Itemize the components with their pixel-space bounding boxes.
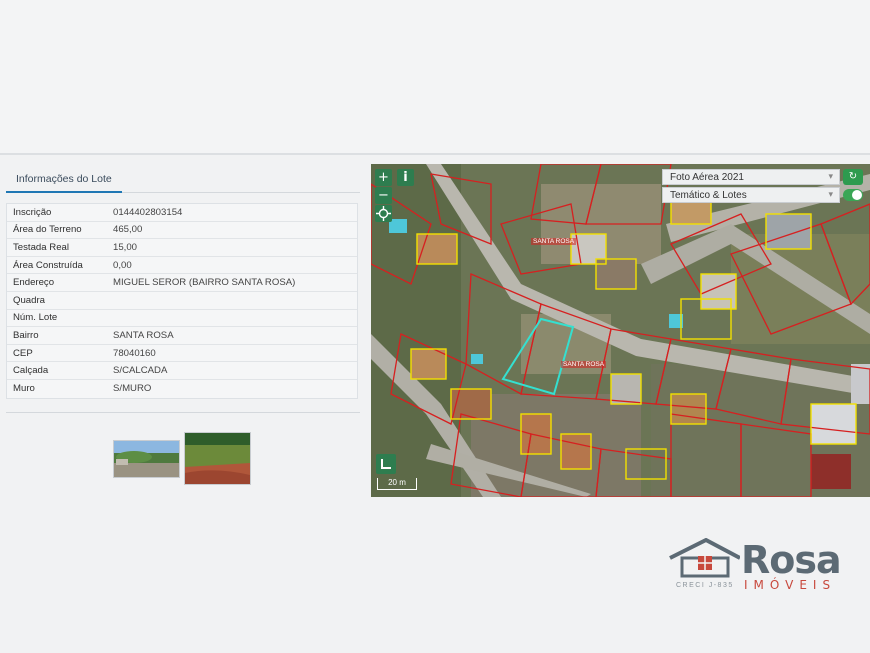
tab-lot-info[interactable]: Informações do Lote	[6, 165, 122, 193]
info-row: Calçada S/CALCADA	[7, 362, 357, 380]
info-row: Endereço MIGUEL SEROR (BAIRRO SANTA ROSA)	[7, 274, 357, 292]
info-row: Área do Terreno 465,00	[7, 222, 357, 240]
info-label: Calçada	[13, 365, 49, 377]
info-label: Quadra	[13, 294, 45, 306]
aerial-map[interactable]: SANTA ROSA SANTA ROSA + − i Foto Aérea 2…	[371, 164, 870, 497]
info-row: Núm. Lote	[7, 310, 357, 328]
info-label: Endereço	[13, 277, 55, 289]
rosa-imoveis-logo: Rosa IMÓVEIS CRECI J-835	[668, 538, 863, 598]
info-label: Área do Terreno	[13, 224, 82, 236]
logo-name: Rosa	[741, 538, 842, 582]
info-row: Muro S/MURO	[7, 380, 357, 398]
info-label: Núm. Lote	[13, 312, 58, 324]
theme-layer-value: Temático & Lotes	[670, 190, 747, 201]
info-row: Quadra	[7, 292, 357, 310]
info-label: CEP	[13, 347, 33, 359]
info-label: Bairro	[13, 329, 39, 341]
info-value: 465,00	[113, 224, 143, 236]
info-value: SANTA ROSA	[113, 329, 174, 341]
house-logo-icon	[669, 538, 740, 578]
zoom-out-button[interactable]: −	[375, 187, 392, 204]
divider	[6, 412, 360, 413]
logo-subtitle: IMÓVEIS	[744, 578, 837, 592]
info-value: 78040160	[113, 347, 156, 359]
info-row: Área Construída 0,00	[7, 257, 357, 275]
info-value: MIGUEL SEROR (BAIRRO SANTA ROSA)	[113, 277, 296, 289]
info-label: Muro	[13, 383, 35, 395]
chevron-down-icon: ▾	[828, 171, 833, 181]
info-value: S/CALCADA	[113, 365, 168, 377]
zoom-in-button[interactable]: +	[375, 169, 392, 186]
info-label: Testada Real	[13, 241, 69, 253]
logo-creci: CRECI J-835	[676, 582, 734, 589]
info-row: Bairro SANTA ROSA	[7, 327, 357, 345]
info-row: CEP 78040160	[7, 345, 357, 363]
info-row: Testada Real 15,00	[7, 239, 357, 257]
tab-strip: Informações do Lote	[6, 165, 360, 193]
theme-layer-select[interactable]: Temático & Lotes ▾	[662, 187, 840, 203]
info-value: 15,00	[113, 241, 138, 253]
theme-layer-toggle[interactable]	[843, 189, 863, 201]
info-value: 0,00	[113, 259, 132, 271]
info-value: 0144402803154	[113, 206, 183, 218]
measure-icon[interactable]	[376, 454, 396, 474]
lot-photo-thumbnail-1[interactable]	[113, 440, 180, 478]
info-label: Inscrição	[13, 206, 52, 218]
lot-photo-thumbnail-2[interactable]	[184, 432, 251, 485]
base-layer-value: Foto Aérea 2021	[670, 172, 744, 183]
base-layer-select[interactable]: Foto Aérea 2021 ▾	[662, 169, 840, 185]
info-value: S/MURO	[113, 383, 152, 395]
map-label-bairro: SANTA ROSA	[561, 361, 607, 368]
info-row: Inscrição 0144402803154	[7, 204, 357, 222]
refresh-button[interactable]: ↻	[843, 169, 863, 185]
info-label: Área Construída	[13, 259, 83, 271]
chevron-down-icon: ▾	[828, 189, 833, 199]
map-canvas	[371, 164, 870, 497]
top-blank-area	[0, 0, 870, 152]
lot-info-table: Inscrição 0144402803154 Área do Terreno 465…	[6, 203, 358, 399]
info-button[interactable]: i	[397, 169, 414, 186]
scale-bar: 20 m	[377, 478, 417, 490]
map-label-bairro: SANTA ROSA	[531, 238, 577, 245]
locate-icon[interactable]	[375, 205, 392, 222]
